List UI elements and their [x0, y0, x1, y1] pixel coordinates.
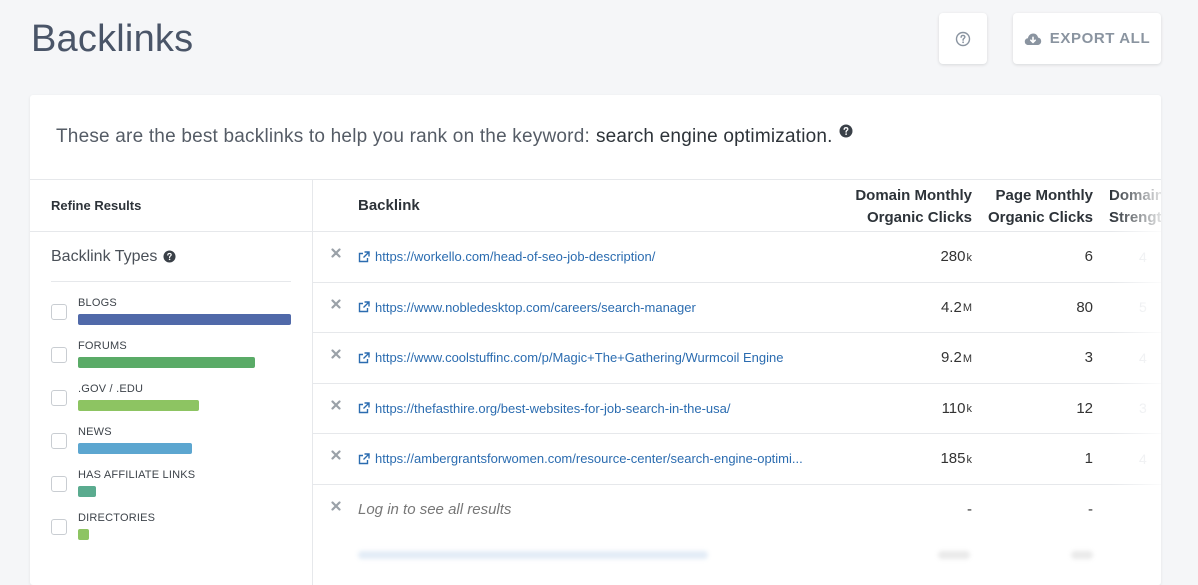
type-bar — [78, 314, 291, 325]
domain-clicks: 4.2 M — [940, 298, 972, 316]
domain-clicks: 110 k — [941, 399, 972, 417]
type-filter-gov-edu[interactable]: .GOV / .EDU — [51, 382, 291, 425]
type-filter-forums[interactable]: FORUMS — [51, 339, 291, 382]
page-clicks: - — [1088, 501, 1093, 519]
keyword-text: search engine optimization. — [595, 126, 833, 147]
question-circle-icon — [955, 31, 971, 46]
backlink-url[interactable]: https://www.coolstuffinc.com/p/Magic+The… — [358, 333, 783, 383]
page-clicks: 12 — [1076, 399, 1093, 417]
column-header-domain-monthly[interactable]: Domain Monthly Organic Clicks — [855, 185, 972, 229]
type-label: FORUMS — [78, 340, 127, 352]
question-circle-icon[interactable] — [163, 250, 176, 263]
domain-clicks: 280 k — [940, 248, 972, 266]
domain-strength: 4 — [1139, 450, 1147, 467]
type-label: NEWS — [78, 426, 112, 438]
page-clicks: 6 — [1084, 248, 1093, 266]
checkbox[interactable] — [51, 433, 67, 449]
page-clicks: 3 — [1084, 349, 1093, 367]
external-link-icon — [358, 402, 370, 414]
backlink-url[interactable]: https://workello.com/head-of-seo-job-des… — [358, 232, 655, 282]
export-all-button[interactable]: EXPORT ALL — [1013, 13, 1161, 64]
type-filter-directories[interactable]: DIRECTORIES — [51, 511, 291, 554]
login-row: Log in to see all results - - — [313, 485, 1161, 536]
domain-clicks: - — [967, 501, 972, 519]
refine-sidebar: Refine Results Backlink Types BLOGS FORU… — [30, 180, 313, 585]
backlink-url[interactable]: https://ambergrantsforwomen.com/resource… — [358, 434, 803, 484]
login-prompt[interactable]: Log in to see all results — [358, 485, 511, 536]
close-icon[interactable] — [331, 500, 341, 511]
help-button[interactable] — [939, 13, 987, 64]
backlink-types-label: Backlink Types — [51, 247, 158, 265]
backlinks-table: Backlink Domain Monthly Organic Clicks P… — [313, 180, 1161, 585]
page-title: Backlinks — [31, 18, 194, 60]
page-clicks: 1 — [1084, 450, 1093, 468]
question-circle-icon[interactable] — [839, 124, 853, 138]
domain-clicks: 185 k — [940, 450, 972, 468]
backlink-types-heading: Backlink Types — [51, 232, 291, 282]
type-filter-blogs[interactable]: BLOGS — [51, 296, 291, 339]
type-label: .GOV / .EDU — [78, 383, 144, 395]
backlinks-card: These are the best backlinks to help you… — [30, 95, 1161, 585]
checkbox[interactable] — [51, 519, 67, 535]
type-bar — [78, 357, 255, 368]
table-row: https://www.nobledesktop.com/careers/sea… — [313, 283, 1161, 333]
table-row: https://thefasthire.org/best-websites-fo… — [313, 384, 1161, 434]
type-filter-affiliate[interactable]: HAS AFFILIATE LINKS — [51, 468, 291, 511]
domain-strength: 4 — [1139, 248, 1147, 265]
domain-strength: 5 — [1139, 299, 1147, 316]
domain-strength: 3 — [1139, 400, 1147, 417]
column-header-backlink[interactable]: Backlink — [358, 197, 420, 214]
type-filter-news[interactable]: NEWS — [51, 425, 291, 468]
table-row: https://www.coolstuffinc.com/p/Magic+The… — [313, 333, 1161, 384]
checkbox[interactable] — [51, 390, 67, 406]
backlink-url[interactable]: https://thefasthire.org/best-websites-fo… — [358, 384, 731, 434]
keyword-intro: These are the best backlinks to help you… — [30, 95, 1161, 180]
export-all-label: EXPORT ALL — [1049, 30, 1151, 47]
blurred-results — [313, 535, 1161, 585]
cloud-download-icon — [1024, 33, 1041, 45]
type-label: HAS AFFILIATE LINKS — [78, 469, 196, 481]
refine-results-title: Refine Results — [30, 180, 312, 232]
external-link-icon — [358, 251, 370, 262]
type-label: BLOGS — [78, 297, 117, 309]
type-bar — [78, 529, 90, 540]
close-icon[interactable] — [331, 298, 341, 309]
external-link-icon — [358, 301, 370, 313]
close-icon[interactable] — [331, 450, 341, 460]
close-icon[interactable] — [331, 349, 341, 359]
external-link-icon — [358, 453, 370, 464]
close-icon[interactable] — [331, 399, 341, 410]
table-header: Backlink Domain Monthly Organic Clicks P… — [313, 180, 1161, 232]
checkbox[interactable] — [51, 476, 67, 492]
backlink-url[interactable]: https://www.nobledesktop.com/careers/sea… — [358, 283, 696, 333]
backlink-types-list: BLOGS FORUMS .GOV / .EDU NEWS HAS AFFILI… — [30, 282, 312, 554]
type-label: DIRECTORIES — [78, 512, 156, 524]
table-row: https://ambergrantsforwomen.com/resource… — [313, 434, 1161, 485]
type-bar — [78, 400, 199, 411]
checkbox[interactable] — [51, 347, 67, 363]
close-icon[interactable] — [331, 248, 341, 258]
column-header-domain-strength[interactable]: Domain Strength — [1109, 185, 1161, 229]
type-bar — [78, 443, 192, 454]
table-row: https://workello.com/head-of-seo-job-des… — [313, 232, 1161, 283]
type-bar — [78, 486, 97, 497]
domain-strength: 4 — [1139, 349, 1147, 366]
intro-text: These are the best backlinks to help you… — [56, 126, 590, 147]
column-header-page-monthly[interactable]: Page Monthly Organic Clicks — [988, 185, 1093, 229]
domain-clicks: 9.2 M — [940, 349, 972, 367]
external-link-icon — [358, 352, 370, 363]
checkbox[interactable] — [51, 304, 67, 320]
page-clicks: 80 — [1076, 298, 1093, 316]
